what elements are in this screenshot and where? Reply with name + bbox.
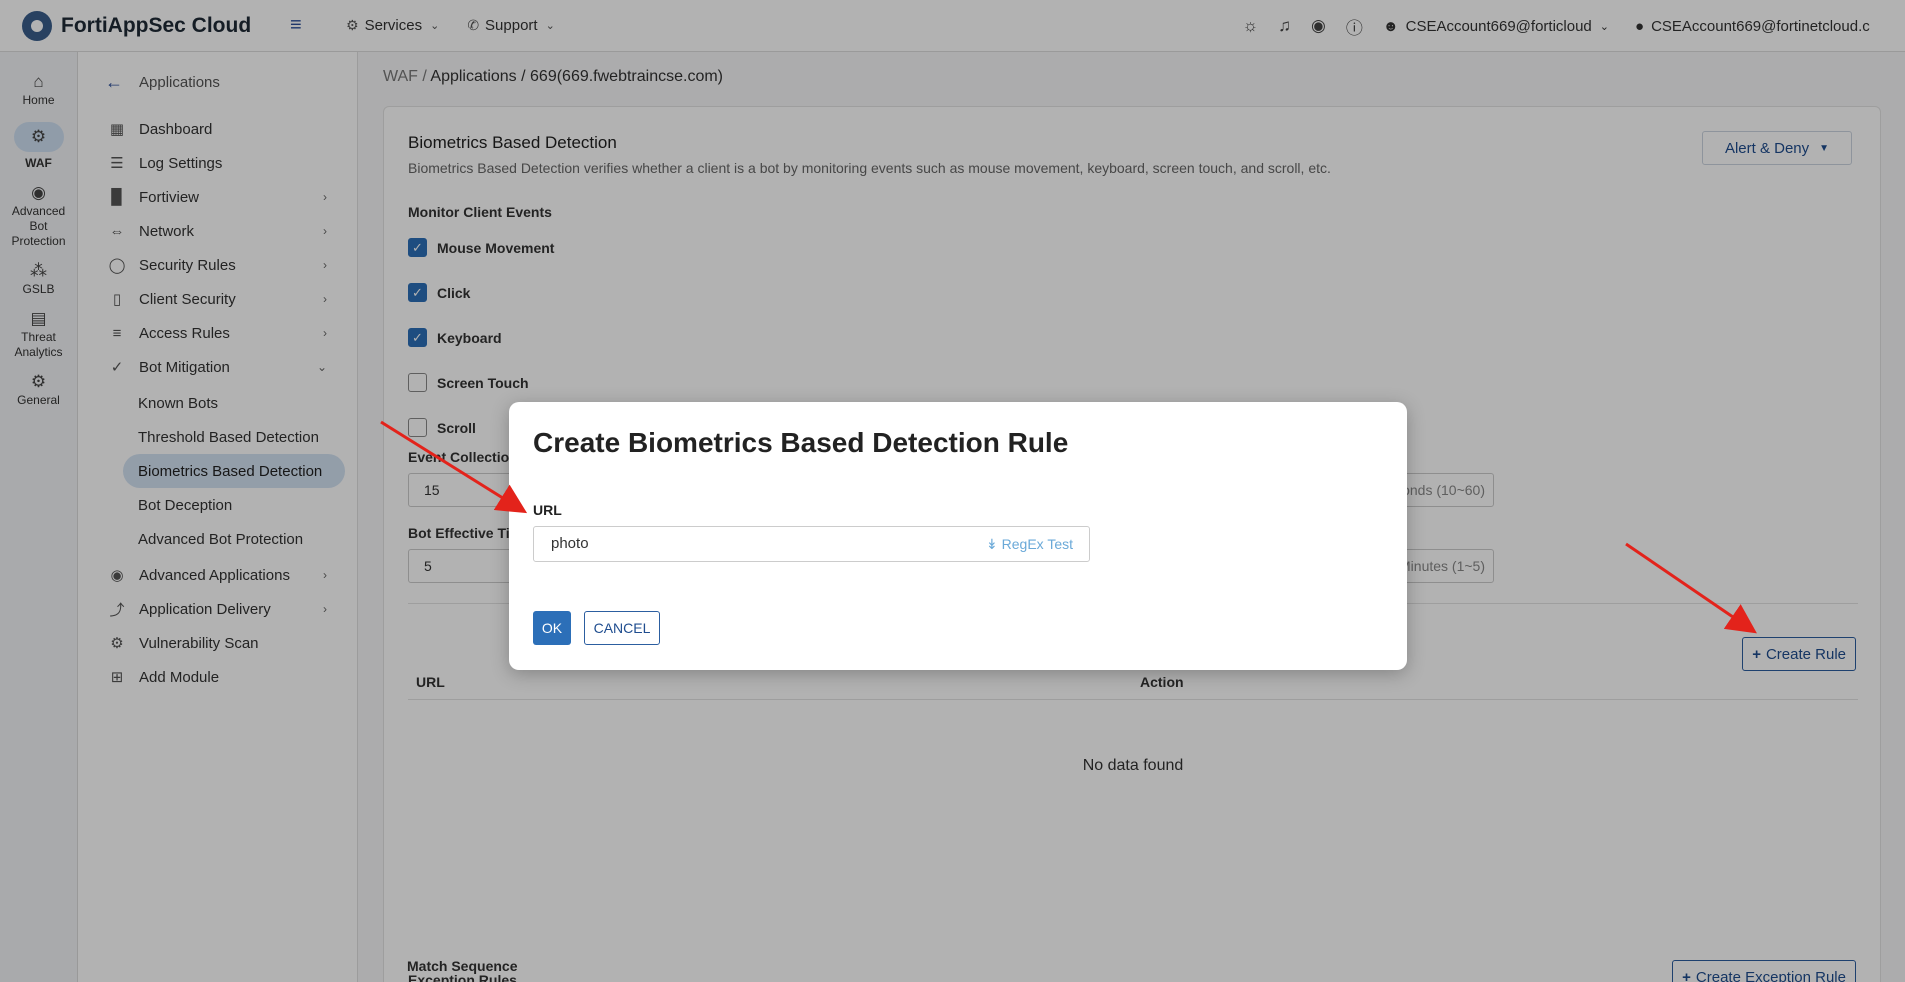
double-chevron-down-icon: ↡: [986, 536, 998, 552]
cancel-button[interactable]: CANCEL: [584, 611, 660, 645]
url-label: URL: [533, 502, 562, 518]
ok-button[interactable]: OK: [533, 611, 571, 645]
regex-test-link[interactable]: ↡ RegEx Test: [986, 527, 1073, 561]
url-input-value: photo: [551, 535, 589, 552]
dialog-title: Create Biometrics Based Detection Rule: [533, 427, 1069, 458]
create-rule-dialog: Create Biometrics Based Detection Rule U…: [509, 402, 1407, 670]
url-input[interactable]: photo ↡ RegEx Test: [533, 526, 1090, 562]
regex-test-label: RegEx Test: [1001, 536, 1073, 552]
